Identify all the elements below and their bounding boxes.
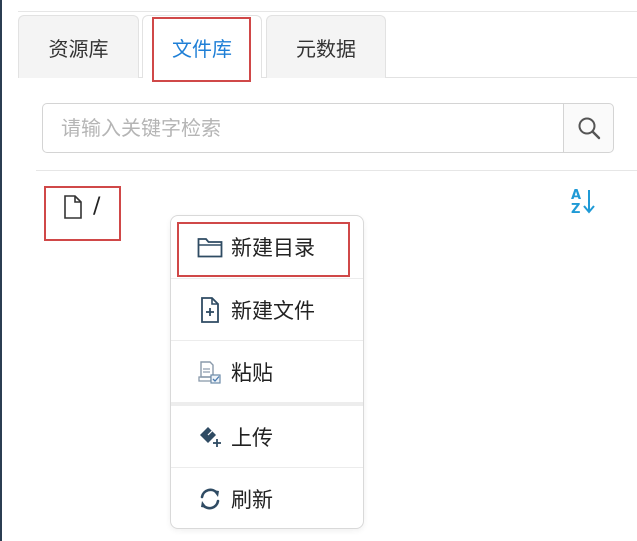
file-plus-icon [197, 297, 223, 323]
tab-metadata[interactable]: 元数据 [266, 15, 386, 78]
menu-item-label: 刷新 [231, 488, 273, 512]
menu-item-refresh[interactable]: 刷新 [171, 468, 363, 530]
highlight-box-new-folder [177, 222, 350, 277]
highlight-box-path [44, 186, 121, 241]
content-divider [36, 170, 637, 171]
tab-label: 资源库 [48, 36, 109, 61]
menu-item-new-file[interactable]: 新建文件 [171, 279, 363, 341]
menu-item-paste[interactable]: 粘贴 [171, 341, 363, 403]
tab-resource-library[interactable]: 资源库 [18, 15, 139, 78]
menu-item-label: 新建文件 [231, 299, 315, 323]
svg-text:Z: Z [571, 202, 580, 216]
menu-item-upload[interactable]: 上传 [171, 406, 363, 468]
top-divider [18, 11, 637, 12]
window-edge [0, 0, 2, 541]
sort-az-icon[interactable]: A Z [569, 186, 595, 216]
search-bar [42, 103, 614, 153]
menu-item-label: 上传 [231, 426, 273, 450]
search-button[interactable] [563, 103, 614, 153]
svg-text:A: A [571, 188, 581, 203]
tab-label: 元数据 [296, 36, 356, 61]
menu-item-label: 粘贴 [231, 361, 273, 385]
refresh-icon [197, 486, 223, 512]
search-input[interactable] [42, 103, 564, 153]
paste-icon [197, 359, 223, 385]
upload-icon [197, 424, 223, 450]
search-icon [578, 117, 600, 140]
highlight-box-tab [152, 17, 251, 82]
tab-bar: 资源库 文件库 元数据 [18, 15, 637, 78]
